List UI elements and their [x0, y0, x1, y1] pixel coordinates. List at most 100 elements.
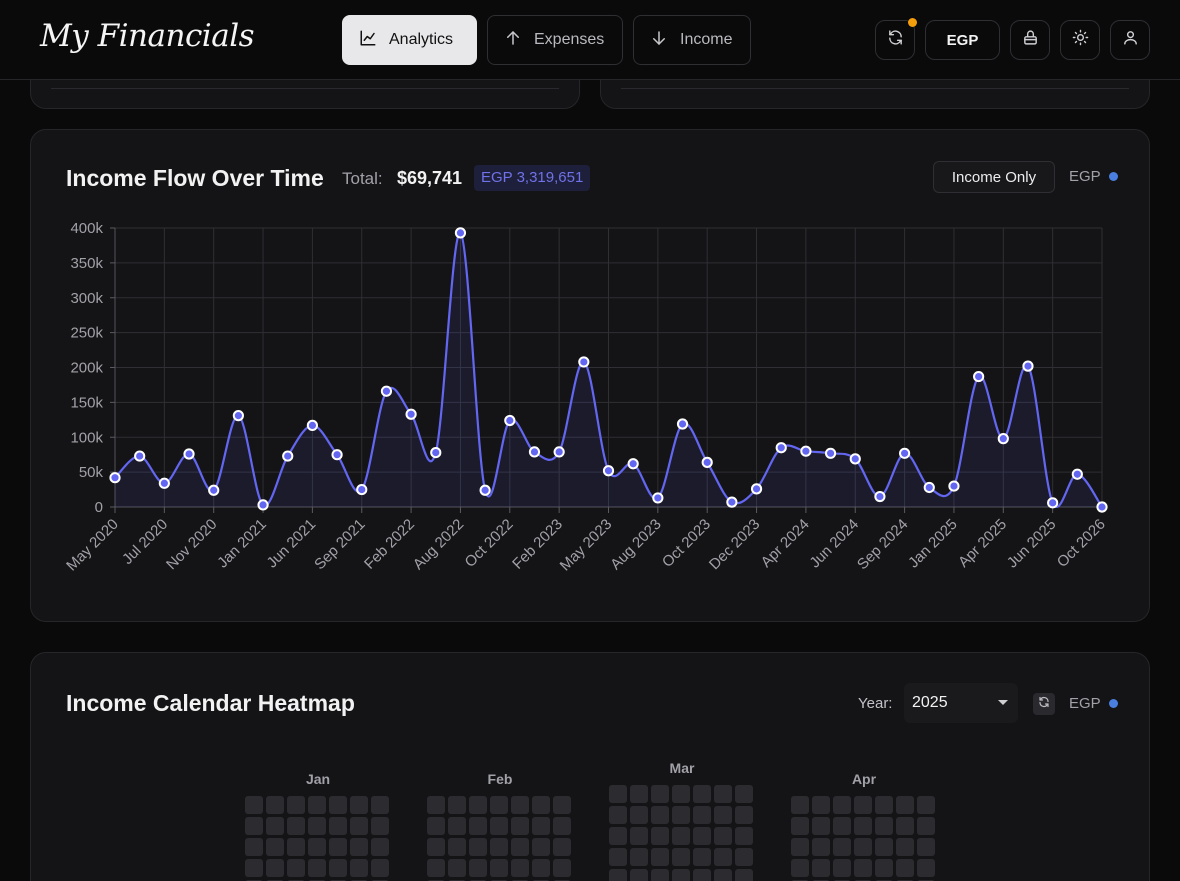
heatmap-day-cell[interactable] — [371, 859, 389, 877]
heatmap-day-cell[interactable] — [714, 848, 732, 866]
heatmap-day-cell[interactable] — [630, 869, 648, 881]
heatmap-day-cell[interactable] — [371, 796, 389, 814]
heatmap-day-cell[interactable] — [329, 838, 347, 856]
income-line-chart[interactable]: 0 50k 100k 150k 200k 250k 300k 350k 400k May 2020… — [31, 130, 1151, 623]
heatmap-day-cell[interactable] — [651, 827, 669, 845]
heatmap-day-cell[interactable] — [469, 796, 487, 814]
heatmap-day-cell[interactable] — [350, 859, 368, 877]
heatmap-day-cell[interactable] — [693, 785, 711, 803]
heatmap-day-cell[interactable] — [266, 859, 284, 877]
heatmap-day-cell[interactable] — [672, 848, 690, 866]
heatmap-day-cell[interactable] — [833, 859, 851, 877]
heatmap-day-cell[interactable] — [812, 859, 830, 877]
nav-income-button[interactable]: Income — [633, 15, 751, 65]
heatmap-day-cell[interactable] — [427, 796, 445, 814]
heatmap-day-cell[interactable] — [917, 796, 935, 814]
heatmap-day-cell[interactable] — [245, 817, 263, 835]
heatmap-day-cell[interactable] — [308, 817, 326, 835]
heatmap-day-cell[interactable] — [693, 806, 711, 824]
heatmap-day-cell[interactable] — [245, 796, 263, 814]
heatmap-day-cell[interactable] — [875, 817, 893, 835]
heatmap-day-cell[interactable] — [553, 838, 571, 856]
heatmap-day-cell[interactable] — [427, 859, 445, 877]
heatmap-day-cell[interactable] — [735, 869, 753, 881]
heatmap-day-cell[interactable] — [672, 827, 690, 845]
heatmap-day-cell[interactable] — [308, 796, 326, 814]
heatmap-day-cell[interactable] — [693, 848, 711, 866]
heatmap-day-cell[interactable] — [672, 869, 690, 881]
heatmap-day-cell[interactable] — [448, 796, 466, 814]
theme-toggle-button[interactable] — [1060, 20, 1100, 60]
heatmap-day-cell[interactable] — [651, 806, 669, 824]
heatmap-day-cell[interactable] — [511, 796, 529, 814]
heatmap-day-cell[interactable] — [917, 838, 935, 856]
heatmap-day-cell[interactable] — [714, 806, 732, 824]
heatmap-day-cell[interactable] — [609, 827, 627, 845]
heatmap-day-cell[interactable] — [490, 817, 508, 835]
heatmap-day-cell[interactable] — [854, 838, 872, 856]
heatmap-currency-indicator[interactable]: EGP — [1069, 695, 1118, 712]
heatmap-day-cell[interactable] — [532, 838, 550, 856]
heatmap-day-cell[interactable] — [630, 806, 648, 824]
heatmap-day-cell[interactable] — [651, 785, 669, 803]
heatmap-day-cell[interactable] — [693, 827, 711, 845]
heatmap-day-cell[interactable] — [609, 869, 627, 881]
heatmap-day-cell[interactable] — [812, 838, 830, 856]
currency-button[interactable]: EGP — [925, 20, 1000, 60]
heatmap-day-cell[interactable] — [469, 838, 487, 856]
heatmap-day-cell[interactable] — [245, 838, 263, 856]
heatmap-day-cell[interactable] — [854, 817, 872, 835]
heatmap-day-cell[interactable] — [350, 796, 368, 814]
heatmap-day-cell[interactable] — [350, 838, 368, 856]
heatmap-day-cell[interactable] — [917, 817, 935, 835]
heatmap-day-cell[interactable] — [672, 785, 690, 803]
heatmap-day-cell[interactable] — [511, 838, 529, 856]
heatmap-day-cell[interactable] — [490, 859, 508, 877]
heatmap-day-cell[interactable] — [469, 859, 487, 877]
heatmap-day-cell[interactable] — [630, 785, 648, 803]
heatmap-day-cell[interactable] — [553, 796, 571, 814]
heatmap-day-cell[interactable] — [350, 817, 368, 835]
heatmap-day-cell[interactable] — [448, 817, 466, 835]
heatmap-day-cell[interactable] — [532, 817, 550, 835]
heatmap-day-cell[interactable] — [833, 796, 851, 814]
heatmap-day-cell[interactable] — [714, 869, 732, 881]
heatmap-day-cell[interactable] — [287, 838, 305, 856]
heatmap-refresh-button[interactable] — [1033, 693, 1055, 715]
heatmap-day-cell[interactable] — [490, 796, 508, 814]
heatmap-day-cell[interactable] — [735, 827, 753, 845]
nav-analytics-button[interactable]: Analytics — [342, 15, 477, 65]
heatmap-day-cell[interactable] — [693, 869, 711, 881]
heatmap-day-cell[interactable] — [609, 848, 627, 866]
heatmap-day-cell[interactable] — [609, 806, 627, 824]
heatmap-day-cell[interactable] — [287, 796, 305, 814]
heatmap-day-cell[interactable] — [553, 817, 571, 835]
heatmap-day-cell[interactable] — [448, 838, 466, 856]
year-select[interactable]: 2025 — [904, 683, 1018, 723]
heatmap-day-cell[interactable] — [651, 869, 669, 881]
heatmap-day-cell[interactable] — [371, 817, 389, 835]
heatmap-day-cell[interactable] — [791, 859, 809, 877]
heatmap-day-cell[interactable] — [469, 817, 487, 835]
heatmap-day-cell[interactable] — [329, 817, 347, 835]
heatmap-day-cell[interactable] — [812, 796, 830, 814]
heatmap-day-cell[interactable] — [896, 796, 914, 814]
heatmap-day-cell[interactable] — [630, 827, 648, 845]
heatmap-day-cell[interactable] — [896, 817, 914, 835]
heatmap-day-cell[interactable] — [875, 859, 893, 877]
heatmap-day-cell[interactable] — [833, 838, 851, 856]
heatmap-day-cell[interactable] — [532, 859, 550, 877]
heatmap-day-cell[interactable] — [854, 859, 872, 877]
heatmap-day-cell[interactable] — [329, 859, 347, 877]
heatmap-day-cell[interactable] — [917, 859, 935, 877]
heatmap-day-cell[interactable] — [896, 859, 914, 877]
heatmap-day-cell[interactable] — [609, 785, 627, 803]
heatmap-day-cell[interactable] — [308, 859, 326, 877]
heatmap-day-cell[interactable] — [791, 796, 809, 814]
heatmap-day-cell[interactable] — [875, 796, 893, 814]
heatmap-day-cell[interactable] — [651, 848, 669, 866]
heatmap-day-cell[interactable] — [672, 806, 690, 824]
lock-button[interactable] — [1010, 20, 1050, 60]
heatmap-day-cell[interactable] — [791, 817, 809, 835]
heatmap-day-cell[interactable] — [245, 859, 263, 877]
